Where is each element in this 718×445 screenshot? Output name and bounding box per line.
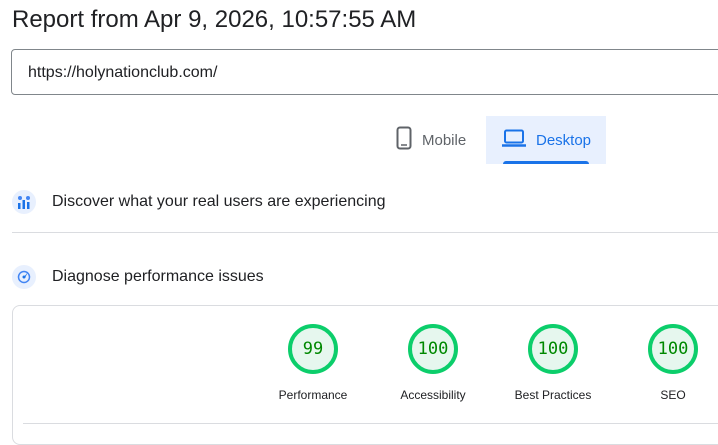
- score-ring: 100: [408, 324, 458, 374]
- tab-mobile-label: Mobile: [422, 131, 467, 149]
- scores-panel: 99 Performance 100 Accessibility 100 Bes…: [12, 305, 718, 445]
- gauge-best-practices[interactable]: 100 Best Practices: [493, 324, 613, 402]
- url-field[interactable]: https://holynationclub.com/: [11, 49, 718, 95]
- tab-desktop[interactable]: Desktop: [486, 116, 606, 164]
- panel-divider: [23, 423, 718, 424]
- section-real-users[interactable]: Discover what your real users are experi…: [12, 190, 385, 214]
- section-diagnose[interactable]: Diagnose performance issues: [12, 265, 264, 289]
- section-divider: [12, 232, 718, 233]
- url-value: https://holynationclub.com/: [28, 64, 218, 81]
- score-label: SEO: [660, 388, 686, 402]
- score-label: Best Practices: [514, 388, 592, 402]
- score-ring: 100: [648, 324, 698, 374]
- score-value: 100: [537, 339, 569, 359]
- tab-mobile[interactable]: Mobile: [384, 116, 484, 164]
- score-value: 99: [302, 339, 324, 359]
- gauge-accessibility[interactable]: 100 Accessibility: [373, 324, 493, 402]
- lighthouse-icon: [12, 265, 36, 289]
- section-diagnose-label: Diagnose performance issues: [52, 268, 264, 285]
- report-title: Report from Apr 9, 2026, 10:57:55 AM: [12, 6, 417, 33]
- gauge-performance[interactable]: 99 Performance: [253, 324, 373, 402]
- tab-desktop-label: Desktop: [536, 131, 592, 149]
- score-label: Performance: [278, 388, 348, 402]
- section-real-users-label: Discover what your real users are experi…: [52, 193, 386, 210]
- gauge-seo[interactable]: 100 SEO: [613, 324, 718, 402]
- score-value: 100: [417, 339, 449, 359]
- users-chart-icon: [12, 190, 36, 214]
- score-label: Accessibility: [400, 388, 466, 402]
- score-ring: 99: [288, 324, 338, 374]
- score-value: 100: [657, 339, 689, 359]
- score-ring: 100: [528, 324, 578, 374]
- laptop-icon: [502, 129, 526, 151]
- tab-selected-indicator: [503, 161, 589, 164]
- phone-icon: [396, 126, 412, 154]
